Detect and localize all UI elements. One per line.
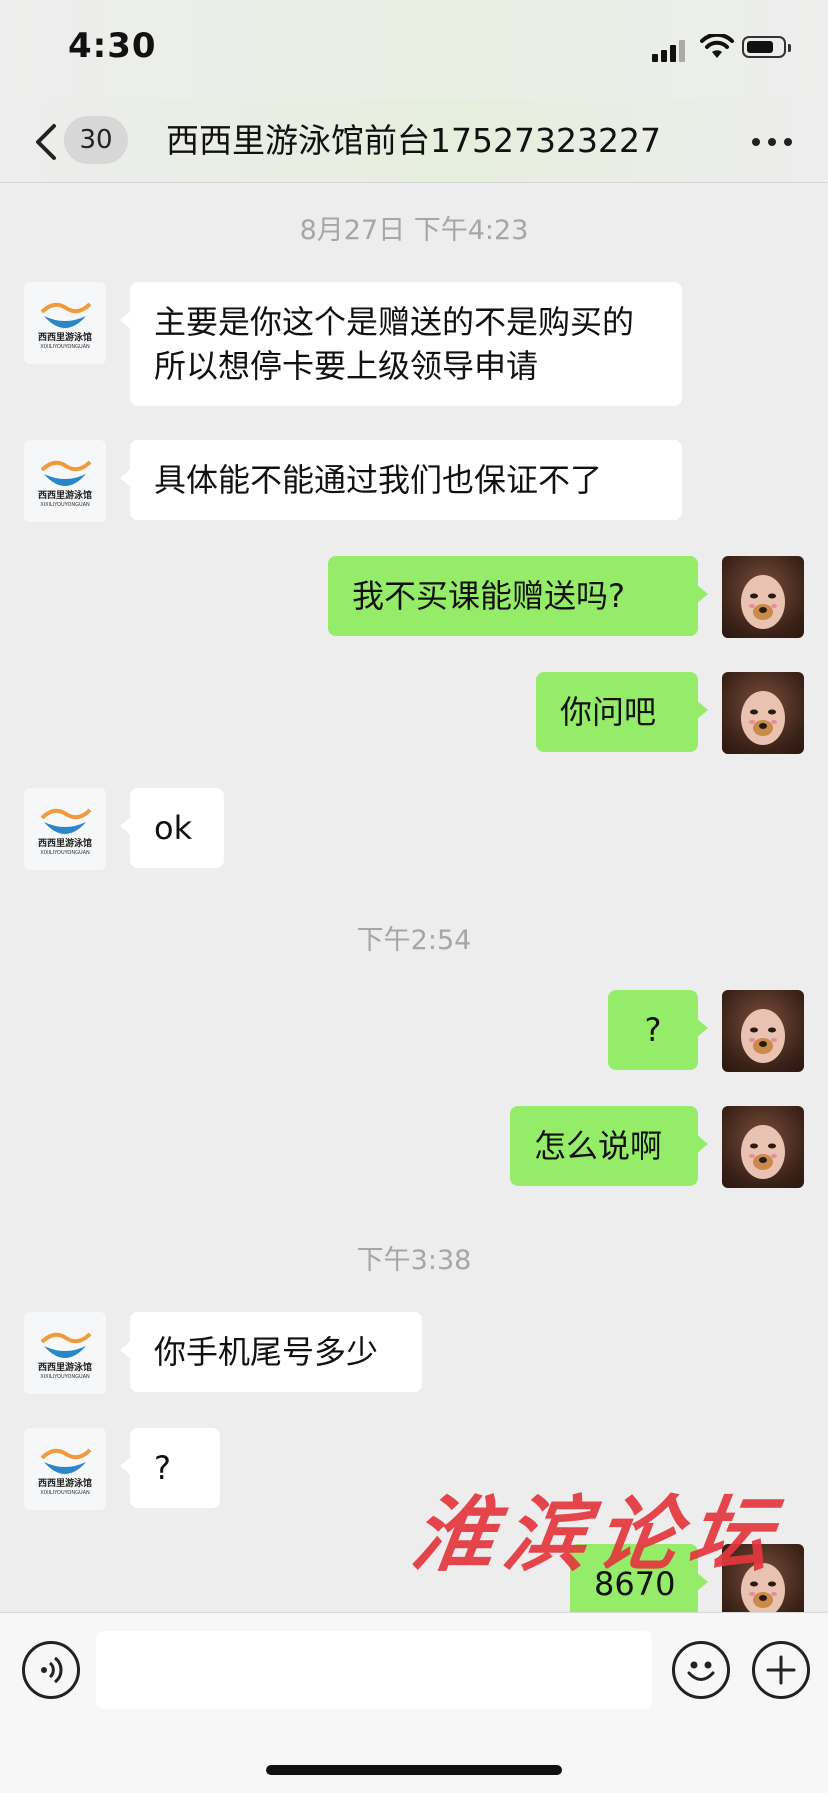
chat-title: 西西里游泳馆前台17527323227: [166, 121, 661, 160]
svg-text:西西里游泳馆: 西西里游泳馆: [38, 1361, 92, 1373]
wifi-icon: [700, 34, 734, 58]
svg-text:西西里游泳馆: 西西里游泳馆: [38, 489, 92, 501]
svg-text:西西里游泳馆: 西西里游泳馆: [38, 331, 92, 343]
status-time: 4:30: [68, 26, 157, 66]
home-indicator[interactable]: [266, 1765, 562, 1775]
message-text: 具体能不能通过我们也保证不了: [154, 461, 603, 499]
message-bubble-sent[interactable]: 你问吧: [536, 672, 708, 752]
message-bubble-received[interactable]: 你手机尾号多少: [120, 1312, 422, 1392]
cellular-signal-icon: [652, 38, 688, 62]
voice-icon[interactable]: [22, 1641, 80, 1699]
watermark: 淮滨论坛: [406, 1487, 788, 1583]
input-bar: [0, 1612, 828, 1793]
message-bubble-sent[interactable]: ?: [608, 990, 708, 1070]
svg-text:西西里游泳馆: 西西里游泳馆: [38, 837, 92, 849]
chat-header: 30 西西里游泳馆前台17527323227: [0, 100, 828, 183]
user-avatar[interactable]: [722, 556, 804, 638]
message-text: ?: [644, 1011, 662, 1049]
contact-avatar[interactable]: 西西里游泳馆 XIXILIYOUYONGUAN: [24, 440, 106, 522]
chevron-left-icon[interactable]: [28, 122, 68, 162]
timestamp: 下午2:54: [356, 925, 472, 956]
user-photo-icon: [741, 691, 785, 745]
svg-text:XIXILIYOUYONGUAN: XIXILIYOUYONGUAN: [40, 502, 90, 508]
message-bubble-sent[interactable]: 怎么说啊: [510, 1106, 708, 1186]
contact-avatar[interactable]: 西西里游泳馆 XIXILIYOUYONGUAN: [24, 788, 106, 870]
svg-text:XIXILIYOUYONGUAN: XIXILIYOUYONGUAN: [40, 344, 90, 350]
message-bubble-received[interactable]: 主要是你这个是赠送的不是购买的 所以想停卡要上级领导申请: [120, 282, 682, 406]
message-input[interactable]: [96, 1631, 652, 1709]
message-bubble-received[interactable]: ?: [120, 1428, 220, 1508]
swim-logo-icon: 西西里游泳馆 XIXILIYOUYONGUAN: [38, 460, 92, 508]
message-bubble-received[interactable]: ok: [120, 788, 224, 868]
user-avatar[interactable]: [722, 1106, 804, 1188]
message-bubble-sent[interactable]: 我不买课能赠送吗?: [328, 556, 708, 636]
message-text: ok: [154, 809, 193, 847]
swim-logo-icon: 西西里游泳馆 XIXILIYOUYONGUAN: [38, 808, 92, 856]
svg-text:XIXILIYOUYONGUAN: XIXILIYOUYONGUAN: [40, 850, 90, 856]
message-text: 怎么说啊: [534, 1127, 663, 1165]
svg-text:XIXILIYOUYONGUAN: XIXILIYOUYONGUAN: [40, 1490, 90, 1496]
message-text: 我不买课能赠送吗?: [352, 577, 625, 615]
battery-icon: [742, 36, 791, 58]
message-text: 你手机尾号多少: [154, 1333, 379, 1371]
timestamp: 下午3:38: [356, 1245, 472, 1276]
message-text: ?: [154, 1449, 171, 1487]
ellipsis-icon[interactable]: [752, 138, 792, 148]
unread-count-badge[interactable]: 30: [64, 116, 128, 164]
user-avatar[interactable]: [722, 672, 804, 754]
status-bar: 4:30: [0, 0, 828, 100]
timestamp: 8月27日 下午4:23: [299, 215, 529, 246]
message-text: 主要是你这个是赠送的不是购买的 所以想停卡要上级领导申请: [154, 303, 635, 385]
swim-logo-icon: 西西里游泳馆 XIXILIYOUYONGUAN: [38, 1332, 92, 1380]
contact-avatar[interactable]: 西西里游泳馆 XIXILIYOUYONGUAN: [24, 1428, 106, 1510]
contact-avatar[interactable]: 西西里游泳馆 XIXILIYOUYONGUAN: [24, 282, 106, 364]
svg-text:XIXILIYOUYONGUAN: XIXILIYOUYONGUAN: [40, 1374, 90, 1380]
swim-logo-icon: 西西里游泳馆 XIXILIYOUYONGUAN: [38, 1448, 92, 1496]
message-bubble-received[interactable]: 具体能不能通过我们也保证不了: [120, 440, 682, 520]
user-photo-icon: [741, 1009, 785, 1063]
user-avatar[interactable]: [722, 990, 804, 1072]
swim-logo-icon: 西西里游泳馆 XIXILIYOUYONGUAN: [38, 302, 92, 350]
user-photo-icon: [741, 575, 785, 629]
contact-avatar[interactable]: 西西里游泳馆 XIXILIYOUYONGUAN: [24, 1312, 106, 1394]
emoji-icon[interactable]: [672, 1641, 730, 1699]
message-text: 你问吧: [560, 693, 657, 731]
plus-icon[interactable]: [752, 1641, 810, 1699]
svg-text:西西里游泳馆: 西西里游泳馆: [38, 1477, 92, 1489]
user-photo-icon: [741, 1125, 785, 1179]
